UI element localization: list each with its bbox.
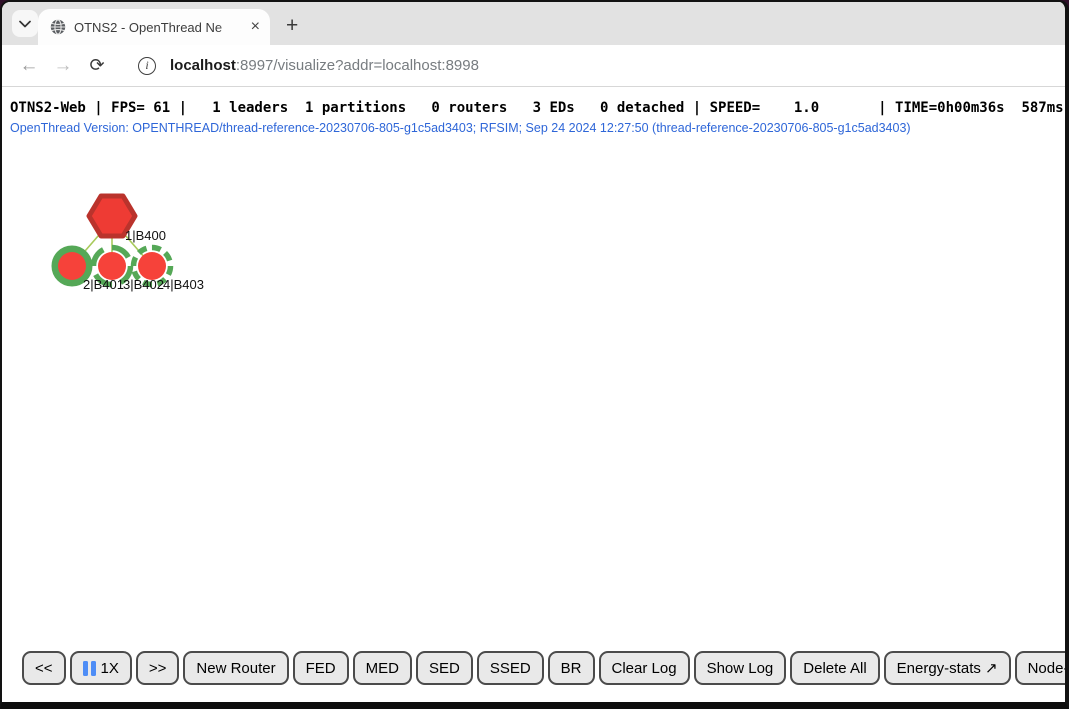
- clear-log-button-label: Clear Log: [612, 660, 677, 677]
- reload-icon[interactable]: ⟳: [80, 51, 114, 81]
- browser-window: OTNS2 - OpenThread Ne × + ← → ⟳ i localh…: [0, 0, 1069, 709]
- globe-favicon-icon: [50, 19, 66, 35]
- address-input[interactable]: localhost:8997/visualize?addr=localhost:…: [170, 57, 479, 74]
- energy-stats-button[interactable]: Energy-stats ↗: [884, 651, 1011, 685]
- forward-icon[interactable]: →: [46, 51, 80, 81]
- med-button[interactable]: MED: [353, 651, 412, 685]
- pause-icon: [83, 661, 96, 676]
- energy-stats-button-label: Energy-stats ↗: [897, 659, 998, 677]
- fast-forward-button[interactable]: >>: [136, 651, 180, 685]
- new-router-button-label: New Router: [196, 660, 275, 677]
- node-body[interactable]: [138, 252, 166, 280]
- toolbar: << 1X >> New Router FED MED SED SSED BR Clear Log…: [22, 651, 1045, 685]
- new-tab-button[interactable]: +: [286, 16, 298, 36]
- fed-button-label: FED: [306, 660, 336, 677]
- network-canvas: 1|B400 2|B4013|B4024|B403: [2, 87, 322, 317]
- node-stats-button-label: Node-stats ↗: [1028, 659, 1065, 677]
- site-info-icon[interactable]: i: [138, 57, 156, 75]
- clear-log-button[interactable]: Clear Log: [599, 651, 690, 685]
- tab-title: OTNS2 - OpenThread Ne: [74, 20, 243, 35]
- page-content: OTNS2-Web | FPS= 61 | 1 leaders 1 partit…: [2, 87, 1065, 702]
- node-stats-button[interactable]: Node-stats ↗: [1015, 651, 1065, 685]
- new-router-button[interactable]: New Router: [183, 651, 288, 685]
- speed-button[interactable]: 1X: [70, 651, 132, 685]
- rewind-button[interactable]: <<: [22, 651, 66, 685]
- sed-button-label: SED: [429, 660, 460, 677]
- speed-button-label: 1X: [101, 660, 119, 677]
- br-button-label: BR: [561, 660, 582, 677]
- url-host: localhost: [170, 57, 236, 74]
- node-label-4: 4|B403: [163, 277, 204, 292]
- tab-search-button[interactable]: [12, 10, 38, 37]
- node-label-3: 3|B402: [123, 277, 164, 292]
- sed-button[interactable]: SED: [416, 651, 473, 685]
- show-log-button[interactable]: Show Log: [694, 651, 787, 685]
- fast-forward-button-label: >>: [149, 660, 167, 677]
- node-body[interactable]: [98, 252, 126, 280]
- back-icon[interactable]: ←: [12, 51, 46, 81]
- url-bar: ← → ⟳ i localhost:8997/visualize?addr=lo…: [2, 45, 1065, 87]
- tab-close-icon[interactable]: ×: [249, 19, 262, 35]
- node-body[interactable]: [58, 252, 86, 280]
- rewind-button-label: <<: [35, 660, 53, 677]
- show-log-button-label: Show Log: [707, 660, 774, 677]
- fed-button[interactable]: FED: [293, 651, 349, 685]
- tab-otns2[interactable]: OTNS2 - OpenThread Ne ×: [38, 9, 270, 45]
- delete-all-button-label: Delete All: [803, 660, 866, 677]
- node-label-2: 2|B401: [83, 277, 124, 292]
- chevron-down-icon: [19, 20, 31, 28]
- delete-all-button[interactable]: Delete All: [790, 651, 879, 685]
- med-button-label: MED: [366, 660, 399, 677]
- tab-bar: OTNS2 - OpenThread Ne × +: [2, 2, 1065, 45]
- ssed-button-label: SSED: [490, 660, 531, 677]
- url-path: :8997/visualize?addr=localhost:8998: [236, 57, 479, 74]
- ssed-button[interactable]: SSED: [477, 651, 544, 685]
- node-label-1: 1|B400: [125, 228, 166, 243]
- br-button[interactable]: BR: [548, 651, 595, 685]
